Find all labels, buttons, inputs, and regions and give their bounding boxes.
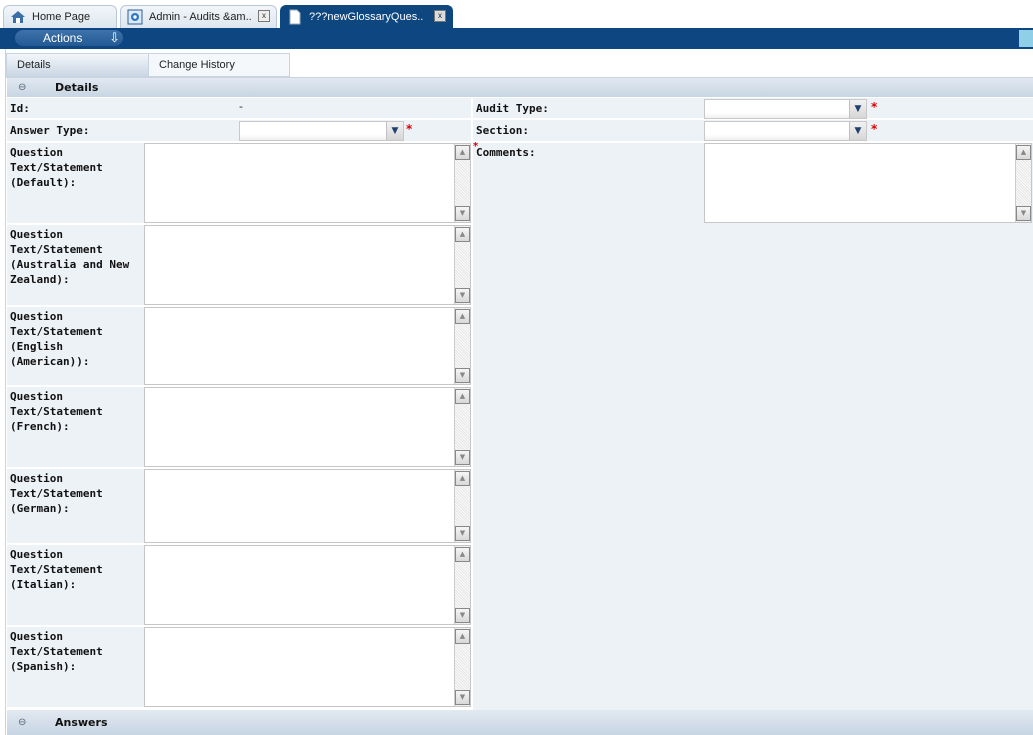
subtab-change-history[interactable]: Change History — [148, 53, 290, 77]
scroll-down-icon[interactable]: ▼ — [455, 206, 470, 221]
question-textarea[interactable]: ▲▼ — [144, 143, 471, 223]
gear-icon — [127, 9, 143, 25]
scroll-down-icon[interactable]: ▼ — [455, 450, 470, 465]
comments-textarea[interactable]: ▲ ▼ — [704, 143, 1032, 223]
section-select[interactable]: ▼ — [704, 121, 867, 141]
scroll-up-icon[interactable]: ▲ — [455, 471, 470, 486]
scroll-down-icon[interactable]: ▼ — [455, 690, 470, 705]
actions-menu-button[interactable]: Actions ⇩ — [15, 30, 123, 46]
actions-label: Actions — [43, 31, 82, 45]
chevron-down-icon[interactable]: ▼ — [386, 122, 403, 140]
answer-type-select[interactable]: ▼ — [239, 121, 404, 141]
question-label: Question Text/Statement (Australia and N… — [10, 227, 140, 287]
toolbar: Actions ⇩ — [0, 28, 1033, 49]
document-icon — [287, 9, 303, 25]
section-title: Details — [55, 81, 98, 94]
scroll-down-icon[interactable]: ▼ — [455, 526, 470, 541]
content-panel: Details Change History ⊖ Details Id: - A… — [5, 49, 1033, 735]
collapse-icon[interactable]: ⊖ — [18, 717, 26, 728]
subtab-bar: Details Change History — [6, 53, 1033, 78]
collapse-icon[interactable]: ⊖ — [18, 82, 26, 93]
subtab-label: Details — [17, 59, 51, 71]
details-section-header[interactable]: ⊖ Details — [7, 78, 1033, 97]
required-marker: * — [406, 122, 412, 136]
scroll-up-icon[interactable]: ▲ — [455, 145, 470, 160]
comments-label: Comments: — [476, 145, 536, 160]
tab-new-glossary-question[interactable]: ???newGlossaryQues.. x — [280, 5, 453, 28]
question-label: Question Text/Statement (Spanish): — [10, 629, 140, 674]
question-label: Question Text/Statement (French): — [10, 389, 140, 434]
scrollbar[interactable]: ▲ ▼ — [1015, 144, 1031, 222]
scrollbar[interactable]: ▲▼ — [454, 388, 470, 466]
scroll-down-icon[interactable]: ▼ — [1016, 206, 1031, 221]
close-tab-icon[interactable]: x — [434, 10, 446, 22]
scrollbar[interactable]: ▲▼ — [454, 308, 470, 384]
question-textarea[interactable]: ▲▼ — [144, 469, 471, 543]
question-textarea[interactable]: ▲▼ — [144, 627, 471, 707]
question-label: Question Text/Statement (German): — [10, 471, 140, 516]
tab-label: Admin - Audits &am.. — [149, 11, 252, 23]
answers-section-header[interactable]: ⊖ Answers — [7, 710, 1033, 735]
audit-type-select[interactable]: ▼ — [704, 99, 867, 119]
scrollbar[interactable]: ▲▼ — [454, 226, 470, 304]
question-label: Question Text/Statement (English (Americ… — [10, 309, 140, 369]
tab-label: ???newGlossaryQues.. — [309, 11, 423, 23]
scrollbar[interactable]: ▲▼ — [454, 546, 470, 624]
app-tab-bar: Home Page Admin - Audits &am.. x ???newG… — [0, 0, 1033, 28]
subtab-label: Change History — [159, 59, 235, 71]
chevron-down-icon[interactable]: ▼ — [849, 100, 866, 118]
question-textarea[interactable]: ▲▼ — [144, 545, 471, 625]
tab-label: Home Page — [32, 11, 90, 23]
scroll-up-icon[interactable]: ▲ — [455, 309, 470, 324]
comments-row — [473, 143, 1033, 710]
tab-home-page[interactable]: Home Page — [3, 5, 117, 28]
section-title: Answers — [55, 716, 108, 729]
scrollbar[interactable]: ▲▼ — [454, 470, 470, 542]
scroll-down-icon[interactable]: ▼ — [455, 288, 470, 303]
scroll-up-icon[interactable]: ▲ — [1016, 145, 1031, 160]
question-textarea[interactable]: ▲▼ — [144, 387, 471, 467]
scroll-up-icon[interactable]: ▲ — [455, 547, 470, 562]
answer-type-label: Answer Type: — [10, 123, 89, 138]
panel-toggle-icon[interactable] — [1019, 30, 1033, 47]
close-tab-icon[interactable]: x — [258, 10, 270, 22]
question-textarea[interactable]: ▲▼ — [144, 307, 471, 385]
required-marker: * — [871, 100, 877, 114]
question-textarea[interactable]: ▲▼ — [144, 225, 471, 305]
scrollbar[interactable]: ▲▼ — [454, 628, 470, 706]
scrollbar[interactable]: ▲▼ — [454, 144, 470, 222]
scroll-down-icon[interactable]: ▼ — [455, 368, 470, 383]
subtab-details[interactable]: Details — [6, 53, 149, 77]
chevron-down-icon[interactable]: ▼ — [849, 122, 866, 140]
tab-admin-audits[interactable]: Admin - Audits &am.. x — [120, 5, 277, 28]
question-label: Question Text/Statement (Italian): — [10, 547, 140, 592]
home-icon — [10, 9, 26, 25]
scroll-down-icon[interactable]: ▼ — [455, 608, 470, 623]
arrow-down-icon: ⇩ — [109, 30, 120, 46]
required-marker: * — [871, 122, 877, 136]
scroll-up-icon[interactable]: ▲ — [455, 227, 470, 242]
question-label: Question Text/Statement (Default): — [10, 145, 140, 190]
id-value: - — [239, 100, 243, 113]
scroll-up-icon[interactable]: ▲ — [455, 629, 470, 644]
id-label: Id: — [10, 101, 30, 116]
section-label: Section: — [476, 123, 529, 138]
audit-type-label: Audit Type: — [476, 101, 549, 116]
scroll-up-icon[interactable]: ▲ — [455, 389, 470, 404]
